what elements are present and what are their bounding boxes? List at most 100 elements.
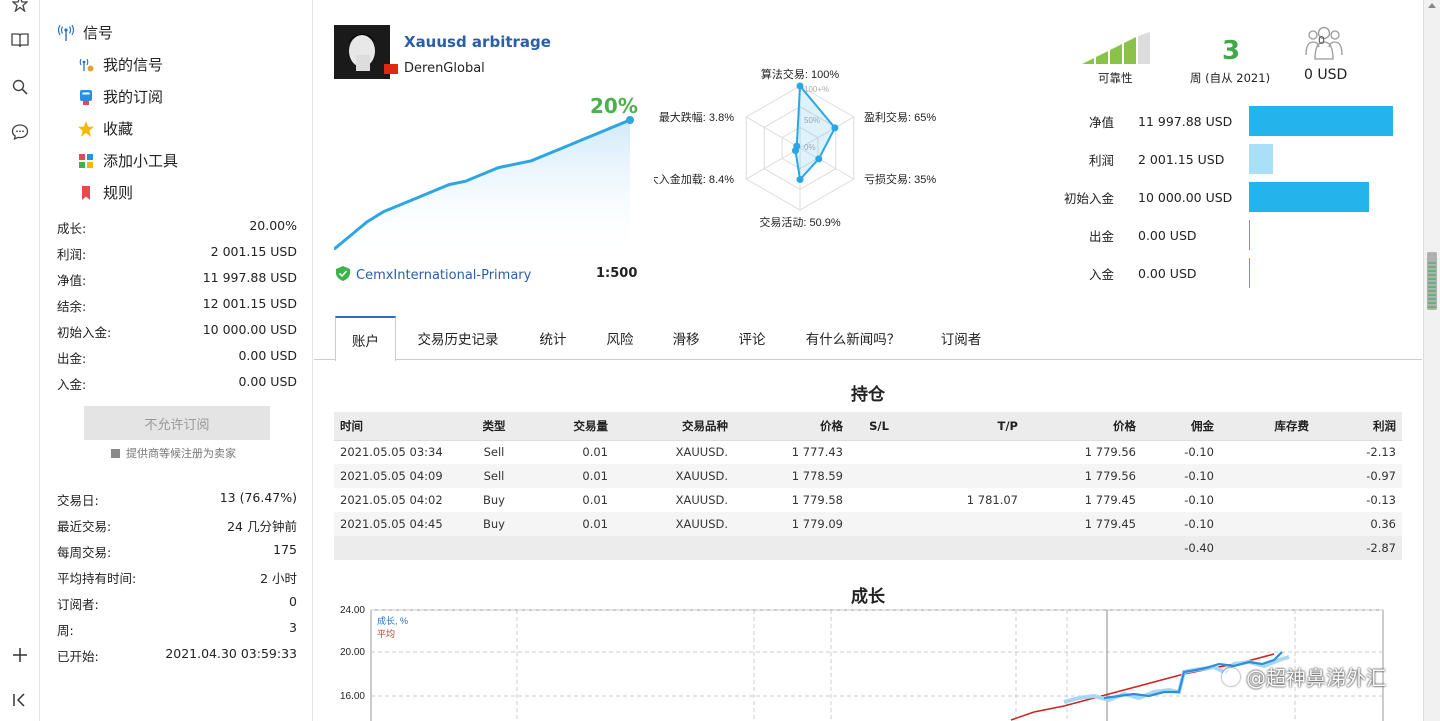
col-volume: 交易量 (524, 412, 614, 441)
table-cell: -0.40 (1142, 536, 1220, 560)
positions-title: 持仓 (851, 385, 885, 405)
stat-withdrawals: 出金: 0.00 USD (57, 348, 297, 366)
radar-label: 算法交易: 100% (761, 67, 839, 81)
table-cell (734, 536, 849, 560)
star-icon[interactable] (8, 0, 32, 16)
tab-risk[interactable]: 风险 (593, 316, 647, 360)
book-icon[interactable] (8, 28, 32, 52)
table-cell: 1 778.59 (734, 464, 849, 488)
my-signal-icon (77, 56, 95, 74)
tab-subscribers[interactable]: 订阅者 (928, 316, 994, 360)
table-cell: 1 779.56 (1084, 445, 1136, 460)
balance-label: 初始入金 (1063, 190, 1114, 206)
radar-chart: 100+%50%0%算法交易: 100%盈利交易: 65%亏损交易: 35%交易… (654, 67, 936, 229)
stat-avg-holding-time: 平均持有时间: 2 小时 (57, 571, 297, 586)
y-tick-label: 24.00 (340, 605, 365, 616)
nav-item-favorites[interactable]: 收藏 (77, 118, 133, 139)
table-cell: 0.01 (524, 512, 614, 536)
tab-news[interactable]: 有什么新闻吗？ (798, 316, 908, 360)
subscribe-note: 提供商等候注册为卖家 (111, 445, 236, 461)
reliability-bars (1082, 32, 1154, 64)
table-cell (849, 536, 909, 560)
table-cell: -0.10 (1184, 445, 1214, 460)
balance-label: 净值 (1088, 114, 1114, 130)
radar-shape (794, 83, 837, 182)
nav-label: 规则 (103, 184, 134, 202)
table-cell: 2021.05.05 03:34 (340, 445, 443, 460)
signal-author[interactable]: DerenGlobal (404, 61, 485, 76)
chat-icon[interactable] (8, 120, 32, 144)
table-row[interactable]: 2021.05.05 04:45 Buy 0.01 XAUUSD. 1 779.09 1 … (334, 512, 1402, 536)
col-type: 类型 (464, 412, 524, 441)
col-time: 时间 (334, 412, 464, 441)
table-row[interactable]: 2021.05.05 04:09 Sell 0.01 XAUUSD. 1 778.59 1… (334, 464, 1402, 488)
search-icon[interactable] (8, 75, 32, 99)
collapse-icon[interactable] (8, 688, 32, 712)
nav-item-my-subscriptions[interactable]: 我的订阅 (77, 86, 163, 107)
table-cell (1220, 536, 1315, 560)
radar-label: 交易活动: 50.9% (759, 215, 841, 229)
legend-growth: 成长, % (377, 615, 408, 626)
stat-latest-trade: 最近交易: 24 几分钟前 (57, 519, 297, 534)
table-row[interactable]: 2021.05.05 03:34 Sell 0.01 XAUUSD. 1 777.43 1… (334, 440, 1402, 464)
avatar[interactable] (334, 25, 390, 79)
balance-row: 净值 11 997.88 USD (1054, 106, 1414, 136)
reliability-label: 可靠性 (1098, 71, 1133, 85)
table-cell: Buy (483, 493, 505, 507)
nav-item-add-widget[interactable]: 添加小工具 (77, 150, 178, 171)
tab-account[interactable]: 账户 (335, 316, 396, 361)
left-rail (0, 0, 40, 721)
scrollbar[interactable] (1423, 0, 1440, 721)
table-cell: 0.01 (524, 464, 614, 488)
table-cell (1220, 488, 1315, 512)
plus-icon[interactable] (8, 643, 32, 667)
table-row[interactable]: 2021.05.05 04:02 Buy 0.01 XAUUSD. 1 779.58 1 … (334, 488, 1402, 512)
signal-title[interactable]: Xauusd arbitrage (404, 33, 551, 51)
nav-item-my-signals[interactable]: 我的信号 (77, 54, 163, 75)
scroll-up-arrow[interactable] (1428, 3, 1436, 8)
main-content: Xauusd arbitrage DerenGlobal 20% CemxInt… (314, 0, 1422, 721)
broker-verified[interactable]: CemxInternational-Primary (336, 266, 531, 285)
balance-bar (1249, 220, 1250, 250)
nav-item-rules[interactable]: 规则 (77, 182, 133, 203)
stat-balance: 结余: 12 001.15 USD (57, 296, 297, 314)
table-cell: 0.01 (582, 493, 608, 507)
tab-reviews[interactable]: 评论 (725, 316, 779, 360)
balance-row: 入金 0.00 USD (1054, 258, 1414, 288)
radar-point (796, 82, 804, 90)
balance-bar (1249, 182, 1370, 212)
subscribe-button[interactable]: 不允许订阅 (84, 406, 270, 440)
radar-tick-label: 100+% (804, 85, 829, 94)
widget-icon (77, 152, 95, 170)
positions-table: 时间 类型 交易量 交易品种 价格 S/L T/P 价格 佣金 库存费 利润 2… (334, 412, 1402, 560)
tab-statistics[interactable]: 统计 (526, 316, 580, 360)
tab-trade-history[interactable]: 交易历史记录 (406, 316, 510, 360)
balance-row: 利润 2 001.15 USD (1054, 144, 1414, 174)
nav-item-signals[interactable]: 信号 (57, 22, 113, 43)
col-current-price: 价格 (1024, 412, 1142, 441)
table-cell (909, 536, 1024, 560)
balance-value: 2 001.15 USD (1138, 151, 1225, 167)
radar-label: 亏损交易: 35% (864, 172, 936, 186)
y-tick-label: 20.00 (340, 647, 365, 658)
table-cell: -0.10 (1184, 493, 1214, 507)
nav-label: 我的订阅 (103, 88, 164, 106)
nav-label: 我的信号 (103, 56, 164, 74)
tab-slippage[interactable]: 滑移 (659, 316, 713, 360)
table-cell: 1 779.45 (1084, 493, 1136, 507)
shield-check-icon (336, 266, 350, 285)
radar-point (815, 155, 823, 163)
info-icon (111, 448, 120, 458)
stat-trading-days: 交易日: 13 (76.47%) (57, 490, 297, 508)
table-cell: -2.87 (1315, 536, 1402, 560)
bookmark-icon (77, 184, 95, 202)
stat-equity: 净值: 11 997.88 USD (57, 270, 297, 288)
table-cell: 1 779.09 (734, 512, 849, 536)
col-symbol: 交易品种 (614, 412, 734, 441)
table-cell: 1 779.45 (1024, 512, 1142, 536)
balance-value: 11 997.88 USD (1138, 113, 1233, 129)
table-cell: -0.10 (1142, 464, 1220, 488)
table-cell: 1 777.43 (791, 445, 843, 460)
table-total-row: -0.40 -2.87 (334, 536, 1402, 560)
table-cell: 0.01 (582, 445, 608, 460)
